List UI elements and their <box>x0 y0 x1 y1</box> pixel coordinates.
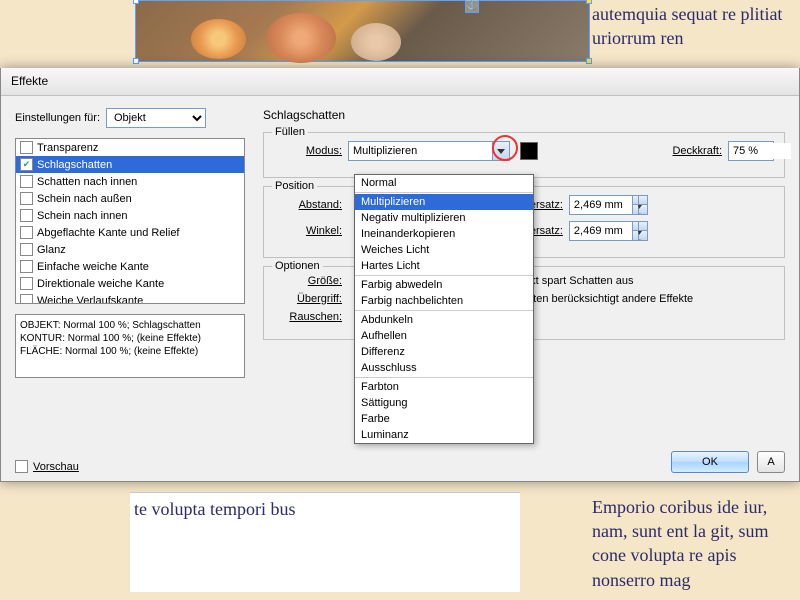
effects-list-item[interactable]: Abgeflachte Kante und Relief <box>16 224 244 241</box>
mode-option[interactable]: Luminanz <box>355 427 533 443</box>
opacity-input[interactable] <box>728 141 774 161</box>
checkbox-icon[interactable] <box>20 260 33 273</box>
checkbox-icon[interactable] <box>20 209 33 222</box>
spread-label: Übergriff: <box>274 293 342 305</box>
y-offset-input[interactable] <box>569 221 648 241</box>
effects-list-item[interactable]: Direktionale weiche Kante <box>16 275 244 292</box>
noise-label: Rauschen: <box>274 311 342 323</box>
effects-list-item[interactable]: Weiche Verlaufskante <box>16 292 244 304</box>
mode-option[interactable]: Farbton <box>355 379 533 395</box>
doc-text-3: Emporio coribus ide iur, nam, sunt ent l… <box>592 495 792 592</box>
effects-summary: OBJEKT: Normal 100 %; SchlagschattenKONT… <box>15 314 245 378</box>
color-swatch[interactable] <box>520 142 538 160</box>
mode-dropdown-menu[interactable]: Normal MultiplizierenNegativ multiplizier… <box>354 174 534 444</box>
mode-dropdown-button[interactable] <box>492 142 509 160</box>
size-label: Größe: <box>274 275 342 287</box>
mode-option[interactable]: Ineinanderkopieren <box>355 226 533 242</box>
effects-list-item[interactable]: ✔Schlagschatten <box>16 156 244 173</box>
mode-option[interactable]: Abdunkeln <box>355 312 533 328</box>
x-offset-input[interactable] <box>569 195 648 215</box>
mode-option[interactable]: Ausschluss <box>355 360 533 376</box>
mode-option[interactable]: Aufhellen <box>355 328 533 344</box>
opacity-label: Deckkraft: <box>672 145 722 157</box>
effects-list-item[interactable]: Schein nach außen <box>16 190 244 207</box>
preview-checkbox[interactable] <box>15 460 28 473</box>
checkbox-icon[interactable] <box>20 192 33 205</box>
distance-label: Abstand: <box>274 199 342 211</box>
mode-option[interactable]: Weiches Licht <box>355 242 533 258</box>
checkbox-icon[interactable] <box>20 175 33 188</box>
section-title: Schlagschatten <box>263 108 785 122</box>
mode-option[interactable]: Farbig abwedeln <box>355 277 533 293</box>
mode-label: Modus: <box>274 145 342 157</box>
effects-list-item[interactable]: Glanz <box>16 241 244 258</box>
mode-option[interactable]: Negativ multiplizieren <box>355 210 533 226</box>
mode-option[interactable]: Hartes Licht <box>355 258 533 274</box>
checkbox-icon[interactable] <box>20 243 33 256</box>
mode-combo[interactable]: Multiplizieren <box>348 141 510 161</box>
effects-list-item[interactable]: Schein nach innen <box>16 207 244 224</box>
checkbox-icon[interactable] <box>20 226 33 239</box>
effects-list-item[interactable]: Schatten nach innen <box>16 173 244 190</box>
settings-for-label: Einstellungen für: <box>15 112 100 124</box>
mode-option[interactable]: Farbig nachbelichten <box>355 293 533 309</box>
angle-label: Winkel: <box>274 225 342 237</box>
fill-group: Füllen Modus: Multiplizieren Deckkraft: <box>263 132 785 178</box>
dialog-title: Effekte <box>1 68 799 96</box>
mode-option[interactable]: Multiplizieren <box>355 194 533 210</box>
checkbox-icon[interactable] <box>20 141 33 154</box>
checkbox-icon[interactable]: ✔ <box>20 158 33 171</box>
effects-list[interactable]: Transparenz✔SchlagschattenSchatten nach … <box>15 138 245 304</box>
settings-for-select[interactable]: Objekt <box>106 108 206 128</box>
doc-text-1: autemquia sequat re plitiat uriorrum ren <box>592 2 792 51</box>
mode-option[interactable]: Sättigung <box>355 395 533 411</box>
ok-button[interactable]: OK <box>671 451 749 473</box>
cancel-button-stub[interactable]: A <box>757 451 785 473</box>
mode-option[interactable]: Differenz <box>355 344 533 360</box>
checkbox-icon[interactable] <box>20 277 33 290</box>
mode-option[interactable]: Normal <box>355 175 533 191</box>
chevron-down-icon <box>497 149 505 154</box>
checkbox-icon[interactable] <box>20 294 33 304</box>
anchor-icon: ⚓ <box>465 0 479 13</box>
effects-list-item[interactable]: Transparenz <box>16 139 244 156</box>
preview-label: Vorschau <box>33 461 79 473</box>
mode-option[interactable]: Farbe <box>355 411 533 427</box>
doc-text-2: te volupta tempori bus <box>130 492 520 592</box>
image-frame[interactable]: ⚓ <box>135 0 590 62</box>
effects-list-item[interactable]: Einfache weiche Kante <box>16 258 244 275</box>
